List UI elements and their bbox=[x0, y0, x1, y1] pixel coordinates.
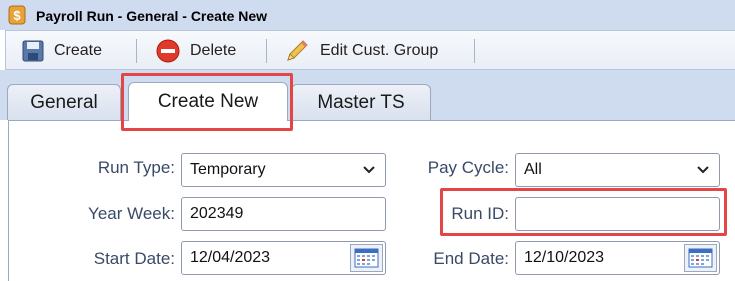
pay-cycle-select[interactable]: All bbox=[515, 153, 720, 187]
year-week-input[interactable]: 202349 bbox=[181, 197, 386, 231]
run-type-value: Temporary bbox=[190, 161, 266, 178]
window-title: Payroll Run - General - Create New bbox=[36, 8, 268, 24]
create-label: Create bbox=[54, 42, 103, 59]
title-bar: $ Payroll Run - General - Create New bbox=[0, 0, 735, 30]
delete-label: Delete bbox=[190, 42, 237, 59]
end-date-label: End Date: bbox=[433, 249, 509, 268]
toolbar-divider bbox=[136, 39, 137, 63]
create-button[interactable]: Create bbox=[22, 39, 102, 63]
end-date-value: 12/10/2023 bbox=[524, 249, 605, 266]
chevron-down-icon bbox=[697, 166, 709, 174]
start-date-label: Start Date: bbox=[93, 249, 175, 268]
run-id-label: Run ID: bbox=[451, 204, 509, 223]
edit-customer-group-button[interactable]: Edit Cust. Group bbox=[284, 39, 438, 63]
dollar-app-icon: $ bbox=[8, 5, 26, 25]
pay-cycle-label: Pay Cycle: bbox=[427, 158, 509, 177]
pay-cycle-value: All bbox=[524, 161, 542, 178]
delete-button[interactable]: Delete bbox=[156, 39, 236, 63]
tab-master-ts[interactable]: Master TS bbox=[291, 84, 431, 120]
toolbar-divider bbox=[266, 39, 267, 63]
run-type-select[interactable]: Temporary bbox=[181, 153, 386, 187]
start-date-value: 12/04/2023 bbox=[190, 249, 271, 266]
edit-group-label: Edit Cust. Group bbox=[320, 42, 439, 59]
start-date-input[interactable]: 12/04/2023 bbox=[181, 241, 386, 275]
tab-general[interactable]: General bbox=[7, 84, 121, 120]
chevron-down-icon bbox=[363, 166, 375, 174]
run-type-label: Run Type: bbox=[97, 158, 175, 177]
tab-create-new[interactable]: Create New bbox=[128, 82, 288, 121]
run-id-input[interactable] bbox=[515, 197, 720, 231]
tab-strip: General Create New Master TS bbox=[0, 70, 735, 121]
calendar-icon[interactable] bbox=[350, 244, 383, 272]
year-week-label: Year Week: bbox=[88, 204, 175, 223]
delete-icon bbox=[156, 39, 180, 63]
calendar-icon[interactable] bbox=[684, 244, 717, 272]
svg-text:$: $ bbox=[13, 8, 21, 23]
toolbar-divider bbox=[474, 39, 475, 63]
year-week-value: 202349 bbox=[190, 205, 244, 222]
end-date-input[interactable]: 12/10/2023 bbox=[515, 241, 720, 275]
pencil-icon bbox=[287, 40, 308, 61]
save-disk-icon bbox=[22, 40, 44, 62]
toolbar: Create Delete Edit Cust. Group bbox=[5, 30, 735, 70]
